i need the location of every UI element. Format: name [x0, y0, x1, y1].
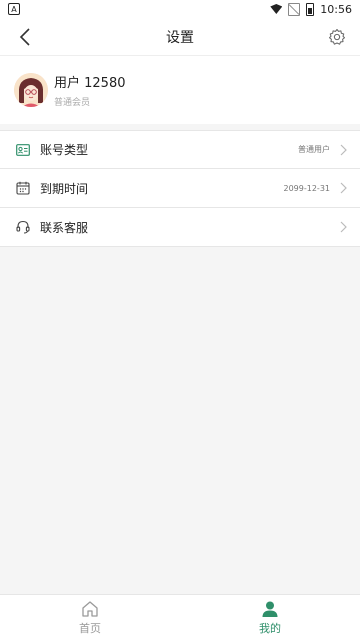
settings-item-expiry[interactable]: 到期时间 2099-12-31 [0, 169, 360, 208]
settings-item-label: 联系客服 [40, 220, 89, 235]
settings-list: 账号类型 普通用户 到期时间 2099-12-31 联系客服 [0, 130, 360, 247]
profile-card[interactable]: 用户 12580 普通会员 [0, 56, 360, 124]
user-avatar-icon [14, 73, 48, 107]
settings-item-value: 2099-12-31 [283, 183, 331, 193]
wifi-icon [270, 4, 282, 14]
home-icon [82, 600, 98, 617]
tab-label: 首页 [79, 621, 101, 635]
back-button[interactable] [10, 22, 40, 52]
chevron-right-icon [338, 143, 348, 157]
chevron-right-icon [338, 220, 348, 234]
status-right: 10:56 [270, 2, 352, 16]
headset-icon [16, 220, 30, 234]
id-card-icon [16, 143, 30, 157]
status-time: 10:56 [320, 2, 352, 16]
tab-label: 我的 [259, 621, 281, 635]
calendar-icon [16, 181, 30, 195]
chevron-right-icon [338, 181, 348, 195]
gear-icon [328, 28, 346, 45]
settings-button[interactable] [322, 22, 352, 52]
settings-item-value: 普通用户 [298, 145, 330, 154]
settings-item-label: 账号类型 [40, 143, 89, 157]
settings-item-label: 到期时间 [40, 181, 89, 196]
no-sim-icon [288, 2, 301, 16]
app-notification-icon: A [8, 3, 20, 15]
profile-text: 用户 12580 普通会员 [54, 72, 126, 108]
tab-mine[interactable]: 我的 [180, 595, 360, 640]
user-name: 用户 12580 [54, 76, 126, 91]
chevron-left-icon [19, 28, 30, 46]
settings-item-account-type[interactable]: 账号类型 普通用户 [0, 130, 360, 169]
settings-item-customer-service[interactable]: 联系客服 [0, 208, 360, 247]
status-left: A [8, 3, 20, 15]
bottom-tab-bar: 首页 我的 [0, 594, 360, 640]
user-icon [262, 601, 278, 617]
status-bar: A 10:56 [0, 0, 360, 18]
avatar [14, 73, 48, 107]
page-title: 设置 [166, 29, 194, 46]
nav-bar: 设置 [0, 18, 360, 56]
tab-home[interactable]: 首页 [0, 595, 180, 640]
member-level: 普通会员 [54, 98, 91, 108]
battery-icon [306, 2, 315, 16]
